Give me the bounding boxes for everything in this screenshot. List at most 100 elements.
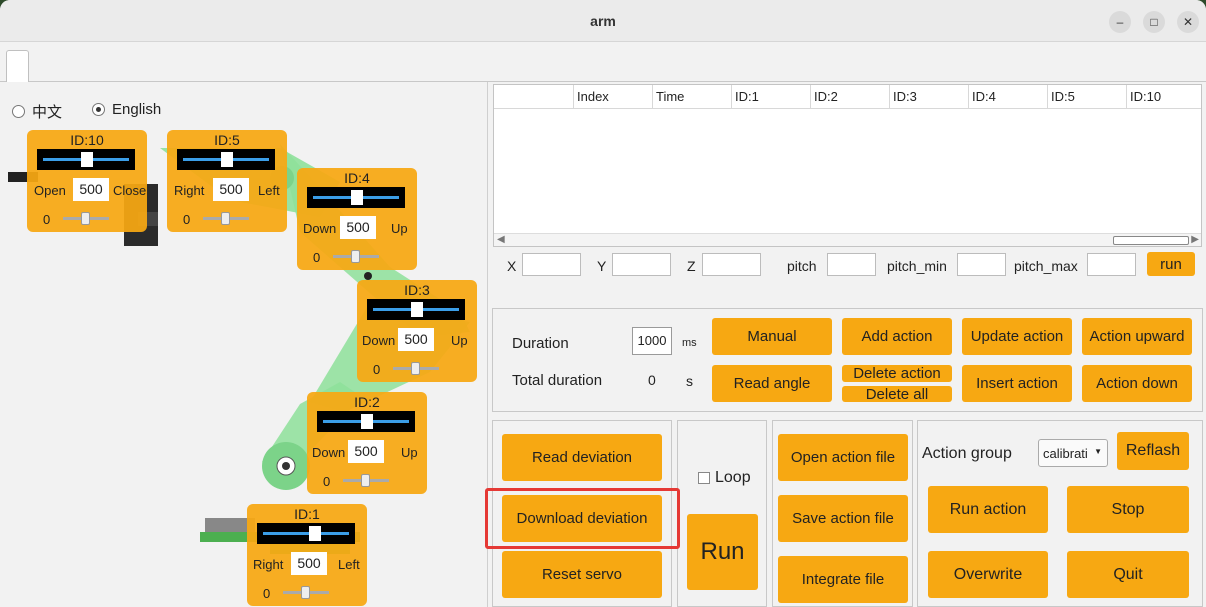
servo-id5-slider[interactable] (177, 149, 275, 170)
file-group: Open action file Save action file Integr… (772, 420, 913, 607)
integrate-file-button[interactable]: Integrate file (778, 556, 908, 603)
total-duration-unit: s (686, 373, 693, 389)
insert-action-button[interactable]: Insert action (962, 365, 1072, 402)
duration-unit: ms (682, 337, 697, 349)
read-deviation-button[interactable]: Read deviation (502, 434, 662, 481)
run-coordinates-button[interactable]: run (1147, 252, 1195, 276)
scroll-left-icon[interactable]: ◀ (497, 234, 505, 245)
servo-id4-offset: 0 (313, 250, 321, 265)
servo-id1-left-label: Right (253, 557, 284, 572)
duration-input[interactable]: 1000 (632, 327, 672, 355)
pitch-max-label: pitch_max (1014, 258, 1078, 274)
overwrite-button[interactable]: Overwrite (928, 551, 1048, 598)
servo-id10: ID:10 Open 500 Close 0 (27, 130, 147, 232)
loop-checkbox-box[interactable] (698, 472, 710, 484)
x-label: X (507, 258, 517, 274)
servo-id1-value[interactable]: 500 (291, 552, 327, 575)
servo-id3-value[interactable]: 500 (398, 328, 434, 351)
tab-main[interactable] (6, 50, 29, 82)
add-action-button[interactable]: Add action (842, 318, 952, 355)
table-header-id2[interactable]: ID:2 (810, 85, 889, 109)
servo-id4-value[interactable]: 500 (340, 216, 376, 239)
table-hscrollbar[interactable]: ◀ ▶ (494, 233, 1201, 246)
servo-id2-offset-slider[interactable] (343, 474, 389, 487)
table-header-index[interactable]: Index (573, 85, 652, 109)
loop-label: Loop (715, 469, 751, 486)
run-group: Loop Run (677, 420, 767, 607)
servo-id3-slider[interactable] (367, 299, 465, 320)
scroll-right-icon[interactable]: ▶ (1191, 234, 1199, 245)
action-group-panel: Action group calibrati ▼ Reflash Run act… (917, 420, 1203, 607)
delete-action-button[interactable]: Delete action (842, 365, 952, 382)
coordinate-row: X Y Z pitch pitch_min pitch_max run (490, 252, 1206, 278)
table-header-id5[interactable]: ID:5 (1047, 85, 1126, 109)
servo-id5-offset-slider[interactable] (203, 212, 249, 225)
action-table[interactable]: Index Time ID:1 ID:2 ID:3 ID:4 ID:5 ID:1… (493, 84, 1202, 247)
servo-id2-right-label: Up (401, 445, 418, 460)
servo-id1-slider[interactable] (257, 523, 355, 544)
table-header-id1[interactable]: ID:1 (731, 85, 810, 109)
manual-button[interactable]: Manual (712, 318, 832, 355)
close-icon[interactable]: ✕ (1177, 11, 1199, 33)
pitch-max-input[interactable] (1087, 253, 1136, 276)
delete-all-button[interactable]: Delete all (842, 386, 952, 403)
maximize-icon[interactable]: □ (1143, 11, 1165, 33)
update-action-button[interactable]: Update action (962, 318, 1072, 355)
table-header-id10[interactable]: ID:10 (1126, 85, 1203, 109)
action-group-select-value: calibrati (1043, 446, 1088, 461)
table-header-time[interactable]: Time (652, 85, 731, 109)
total-duration-label: Total duration (512, 372, 603, 389)
window-title: arm (590, 13, 616, 29)
servo-id10-offset-slider[interactable] (63, 212, 109, 225)
y-input[interactable] (612, 253, 671, 276)
pitch-input[interactable] (827, 253, 876, 276)
servo-id10-value[interactable]: 500 (73, 178, 109, 201)
title-bar: arm – □ ✕ (0, 0, 1206, 42)
servo-id10-slider[interactable] (37, 149, 135, 170)
reflash-button[interactable]: Reflash (1117, 432, 1189, 470)
z-input[interactable] (702, 253, 761, 276)
app-window: arm – □ ✕ 中文 English ID:10 Open 500 Clos… (0, 0, 1206, 607)
action-down-button[interactable]: Action down (1082, 365, 1192, 402)
minimize-icon[interactable]: – (1109, 11, 1131, 33)
servo-id2-value[interactable]: 500 (348, 440, 384, 463)
servo-id4: ID:4 Down 500 Up 0 (297, 168, 417, 270)
servo-id10-offset: 0 (43, 212, 51, 227)
servo-id2-slider[interactable] (317, 411, 415, 432)
run-action-button[interactable]: Run action (928, 486, 1048, 533)
servo-id3-offset-slider[interactable] (393, 362, 439, 375)
servo-id1-offset: 0 (263, 586, 271, 601)
servo-id2-left-label: Down (312, 445, 346, 460)
pitch-min-input[interactable] (957, 253, 1006, 276)
action-group-label: Action group (922, 445, 1012, 462)
servo-id4-offset-slider[interactable] (333, 250, 379, 263)
pitch-label: pitch (787, 258, 817, 274)
reset-servo-button[interactable]: Reset servo (502, 551, 662, 598)
servo-id2: ID:2 Down 500 Up 0 (307, 392, 427, 494)
quit-button[interactable]: Quit (1067, 551, 1189, 598)
stop-button[interactable]: Stop (1067, 486, 1189, 533)
servo-id5-title: ID:5 (214, 132, 240, 148)
servo-id5-value[interactable]: 500 (213, 178, 249, 201)
pitch-min-label: pitch_min (887, 258, 947, 274)
action-group-select[interactable]: calibrati ▼ (1038, 439, 1108, 467)
servo-id4-slider[interactable] (307, 187, 405, 208)
x-input[interactable] (522, 253, 581, 276)
servo-id3-left-label: Down (362, 333, 396, 348)
servo-id1-offset-slider[interactable] (283, 586, 329, 599)
scroll-thumb[interactable] (1113, 236, 1189, 245)
run-button[interactable]: Run (687, 514, 758, 590)
save-action-file-button[interactable]: Save action file (778, 495, 908, 542)
open-action-file-button[interactable]: Open action file (778, 434, 908, 481)
action-upward-button[interactable]: Action upward (1082, 318, 1192, 355)
table-header-id3[interactable]: ID:3 (889, 85, 968, 109)
total-duration-value: 0 (648, 372, 656, 388)
servo-id2-offset: 0 (323, 474, 331, 489)
table-header-id4[interactable]: ID:4 (968, 85, 1047, 109)
arm-panel: 中文 English ID:10 Open 500 Close 0 ID:5 R… (0, 82, 488, 607)
action-edit-group: Duration 1000 ms Total duration 0 s Manu… (492, 308, 1203, 412)
table-header-blank (494, 85, 573, 109)
servo-id5-right-label: Left (258, 183, 280, 198)
read-angle-button[interactable]: Read angle (712, 365, 832, 402)
loop-checkbox[interactable]: Loop (698, 469, 751, 487)
